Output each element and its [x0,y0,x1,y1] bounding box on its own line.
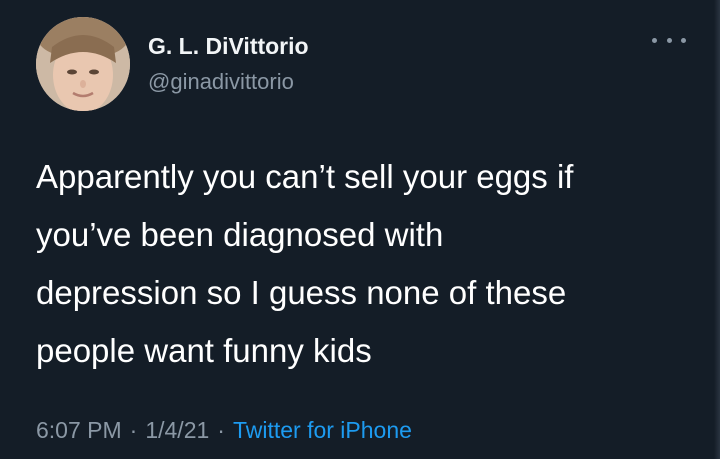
tweet-source-link[interactable]: Twitter for iPhone [233,417,412,443]
dot [666,37,672,43]
dot [681,37,686,43]
dot [652,37,657,43]
more-options-icon[interactable] [652,30,686,50]
tweet-time[interactable]: 6:07 PM [36,417,122,443]
author-display-name[interactable]: G. L. DiVittorio [148,33,309,60]
profile-photo-icon [36,17,130,111]
tweet-text: Apparently you can’t sell your eggs if y… [36,148,686,380]
avatar[interactable] [36,17,130,111]
tweet-text-line: Apparently you can’t sell your eggs if [36,158,574,195]
tweet-text-line: people want funny kids [36,332,372,369]
tweet-meta: 6:07 PM · 1/4/21 · Twitter for iPhone [36,417,412,444]
meta-separator: · [217,417,225,443]
tweet-text-line: depression so I guess none of these [36,274,567,311]
tweet-text-line: you’ve been diagnosed with [36,216,444,253]
meta-separator: · [129,417,138,443]
author-handle[interactable]: @ginadivittorio [148,69,294,95]
tweet-card: G. L. DiVittorio @ginadivittorio Apparen… [0,0,720,459]
screen-edge [714,0,720,459]
tweet-date[interactable]: 1/4/21 [145,417,209,443]
